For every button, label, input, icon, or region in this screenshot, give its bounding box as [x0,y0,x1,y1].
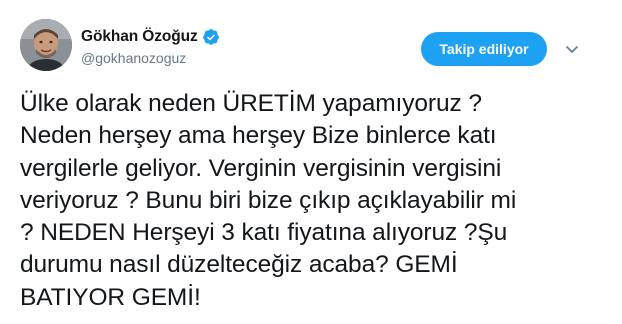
avatar-image [20,19,72,71]
user-handle[interactable]: @gokhanozoguz [81,50,186,66]
following-button[interactable]: Takip ediliyor [421,32,547,66]
avatar[interactable] [20,19,72,71]
tweet-card: Gökhan Özoğuz @gokhanozoguz Takip ediliy… [0,0,622,324]
tweet-text: Ülke olarak neden ÜRETİM yapamıyoruz ? N… [20,90,517,311]
user-name-row[interactable]: Gökhan Özoğuz [81,27,220,47]
verified-badge-icon [202,28,220,46]
display-name[interactable]: Gökhan Özoğuz [81,28,198,46]
chevron-down-icon[interactable] [563,40,581,58]
